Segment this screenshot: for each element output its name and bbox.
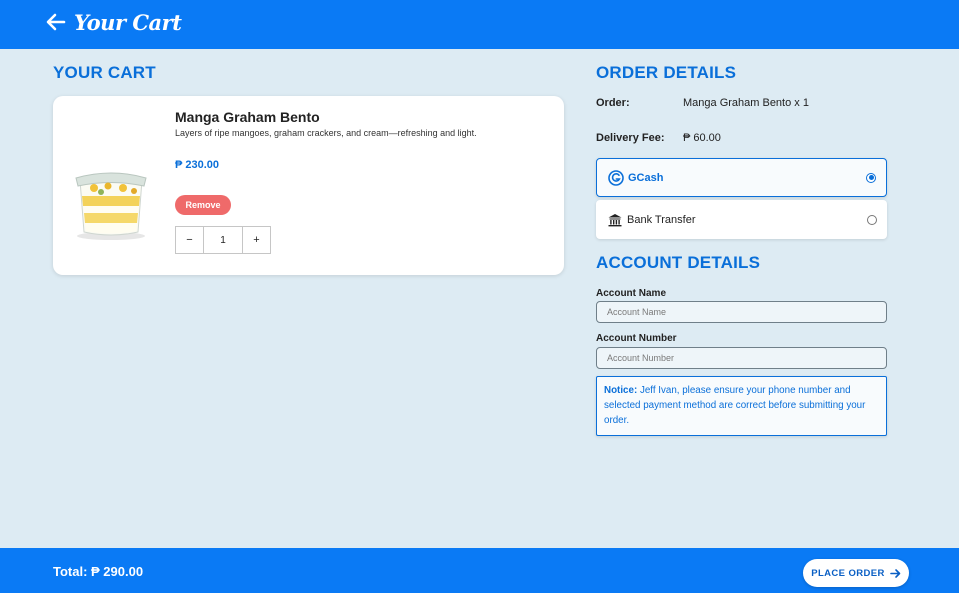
decrement-button[interactable]: − (176, 227, 203, 253)
account-name-input[interactable] (596, 301, 887, 323)
bank-icon (608, 214, 622, 227)
order-value: Manga Graham Bento x 1 (683, 97, 809, 109)
order-label: Order: (596, 97, 630, 109)
page-title: Your Cart (74, 10, 182, 35)
cart-item-card: Manga Graham Bento Layers of ripe mangoe… (53, 96, 564, 275)
remove-button[interactable]: Remove (175, 195, 231, 215)
account-number-label: Account Number (596, 333, 677, 344)
place-order-label: PLACE ORDER (811, 567, 885, 579)
radio-selected[interactable] (866, 172, 876, 183)
payment-option-label: GCash (628, 171, 664, 184)
account-name-label: Account Name (596, 288, 667, 299)
arrow-left-icon (46, 13, 66, 31)
back-button[interactable] (45, 11, 67, 33)
delivery-fee-label: Delivery Fee: (596, 132, 665, 144)
account-section-title: ACCOUNT DETAILS (596, 253, 761, 272)
product-name: Manga Graham Bento (175, 109, 320, 125)
cart-section-title: YOUR CART (53, 63, 156, 82)
payment-option-bank-transfer[interactable]: Bank Transfer (596, 200, 887, 239)
product-price: ₱ 230.00 (175, 159, 220, 171)
radio-unselected[interactable] (867, 214, 877, 225)
footer-bar: Total: ₱ 290.00 PLACE ORDER (0, 548, 959, 593)
delivery-fee-value: ₱ 60.00 (683, 132, 721, 144)
notice-title: Notice: (604, 385, 638, 396)
header-bar: Your Cart (0, 0, 959, 49)
quantity-value[interactable]: 1 (203, 227, 243, 253)
quantity-stepper: − 1 + (175, 226, 271, 254)
account-number-input[interactable] (596, 347, 887, 369)
product-image (75, 172, 147, 240)
payment-option-label: Bank Transfer (627, 213, 696, 226)
gcash-icon (608, 170, 624, 186)
order-total: Total: ₱ 290.00 (53, 564, 144, 579)
notice-box: Notice: Jeff Ivan, please ensure your ph… (596, 376, 887, 436)
order-section-title: ORDER DETAILS (596, 63, 737, 82)
increment-button[interactable]: + (243, 227, 270, 253)
arrow-right-icon (889, 568, 901, 578)
notice-text: Jeff Ivan, please ensure your phone numb… (604, 385, 866, 426)
place-order-button[interactable]: PLACE ORDER (803, 559, 909, 587)
product-description: Layers of ripe mangoes, graham crackers,… (175, 128, 477, 138)
payment-option-gcash[interactable]: GCash (596, 158, 887, 197)
